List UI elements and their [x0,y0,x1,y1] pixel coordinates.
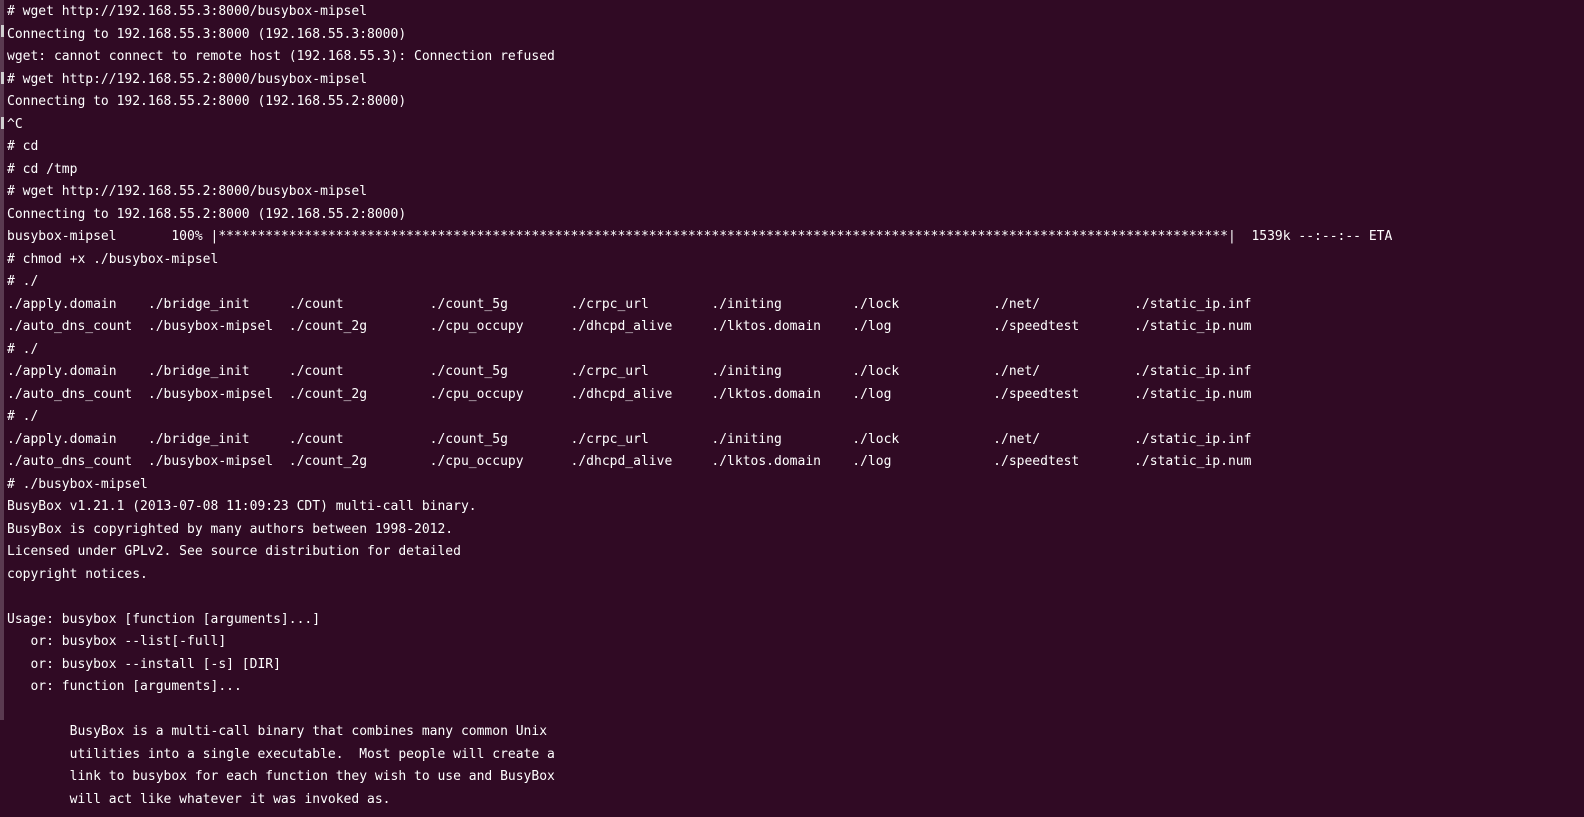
terminal-line: link to busybox for each function they w… [7,769,555,784]
scroll-marker [1,25,4,37]
terminal-line: ./apply.domain ./bridge_init ./count ./c… [7,431,1252,447]
terminal-line: or: busybox --list[-full] [7,634,227,649]
terminal-line: or: busybox --install [-s] [DIR] [7,656,281,672]
terminal-line: copyright notices. [7,566,148,582]
terminal-line: Connecting to 192.168.55.3:8000 (192.168… [7,26,407,42]
terminal-line: Connecting to 192.168.55.2:8000 (192.168… [7,206,407,222]
terminal-line: wget: cannot connect to remote host (192… [7,49,555,64]
terminal-line: Licensed under GPLv2. See source distrib… [7,544,461,559]
terminal-line: # wget http://192.168.55.2:8000/busybox-… [7,184,368,199]
scroll-marker [1,72,4,84]
terminal-line: ./auto_dns_count ./busybox-mipsel ./coun… [7,319,1252,334]
terminal-line: # cd [7,139,39,154]
terminal-line: Connecting to 192.168.55.2:8000 (192.168… [7,94,407,109]
terminal-line: BusyBox is copyrighted by many authors b… [7,521,454,537]
terminal-line: utilities into a single executable. Most… [7,746,555,762]
window-left-border [0,0,4,720]
terminal-line: ./apply.domain ./bridge_init ./count ./c… [7,364,1252,379]
terminal-line: # ./ [7,341,39,357]
terminal-window[interactable]: # wget http://192.168.55.3:8000/busybox-… [0,0,1584,817]
terminal-line: ^C [7,116,23,132]
terminal-line: busybox-mipsel 100% |*******************… [7,229,1393,244]
terminal-line: or: function [arguments]... [7,679,242,694]
terminal-line: # ./ [7,409,39,424]
terminal-line: # ./ [7,274,39,289]
terminal-line: # wget http://192.168.55.2:8000/busybox-… [7,71,368,87]
terminal-line: # cd /tmp [7,161,78,177]
terminal-line: BusyBox is a multi-call binary that comb… [7,724,548,739]
terminal-line: ./auto_dns_count ./busybox-mipsel ./coun… [7,454,1252,469]
terminal-line: ./auto_dns_count ./busybox-mipsel ./coun… [7,386,1252,402]
terminal-line: Usage: busybox [function [arguments]...] [7,611,321,627]
scroll-marker [1,117,4,129]
terminal-line: will act like whatever it was invoked as… [7,791,391,807]
terminal-line: # wget http://192.168.55.3:8000/busybox-… [7,4,368,19]
terminal-line: BusyBox v1.21.1 (2013-07-08 11:09:23 CDT… [7,499,477,514]
terminal-line: # chmod +x ./busybox-mipsel [7,251,219,267]
terminal-output[interactable]: # wget http://192.168.55.3:8000/busybox-… [7,1,1392,811]
terminal-line: ./apply.domain ./bridge_init ./count ./c… [7,296,1252,312]
terminal-line: # ./busybox-mipsel [7,476,148,492]
